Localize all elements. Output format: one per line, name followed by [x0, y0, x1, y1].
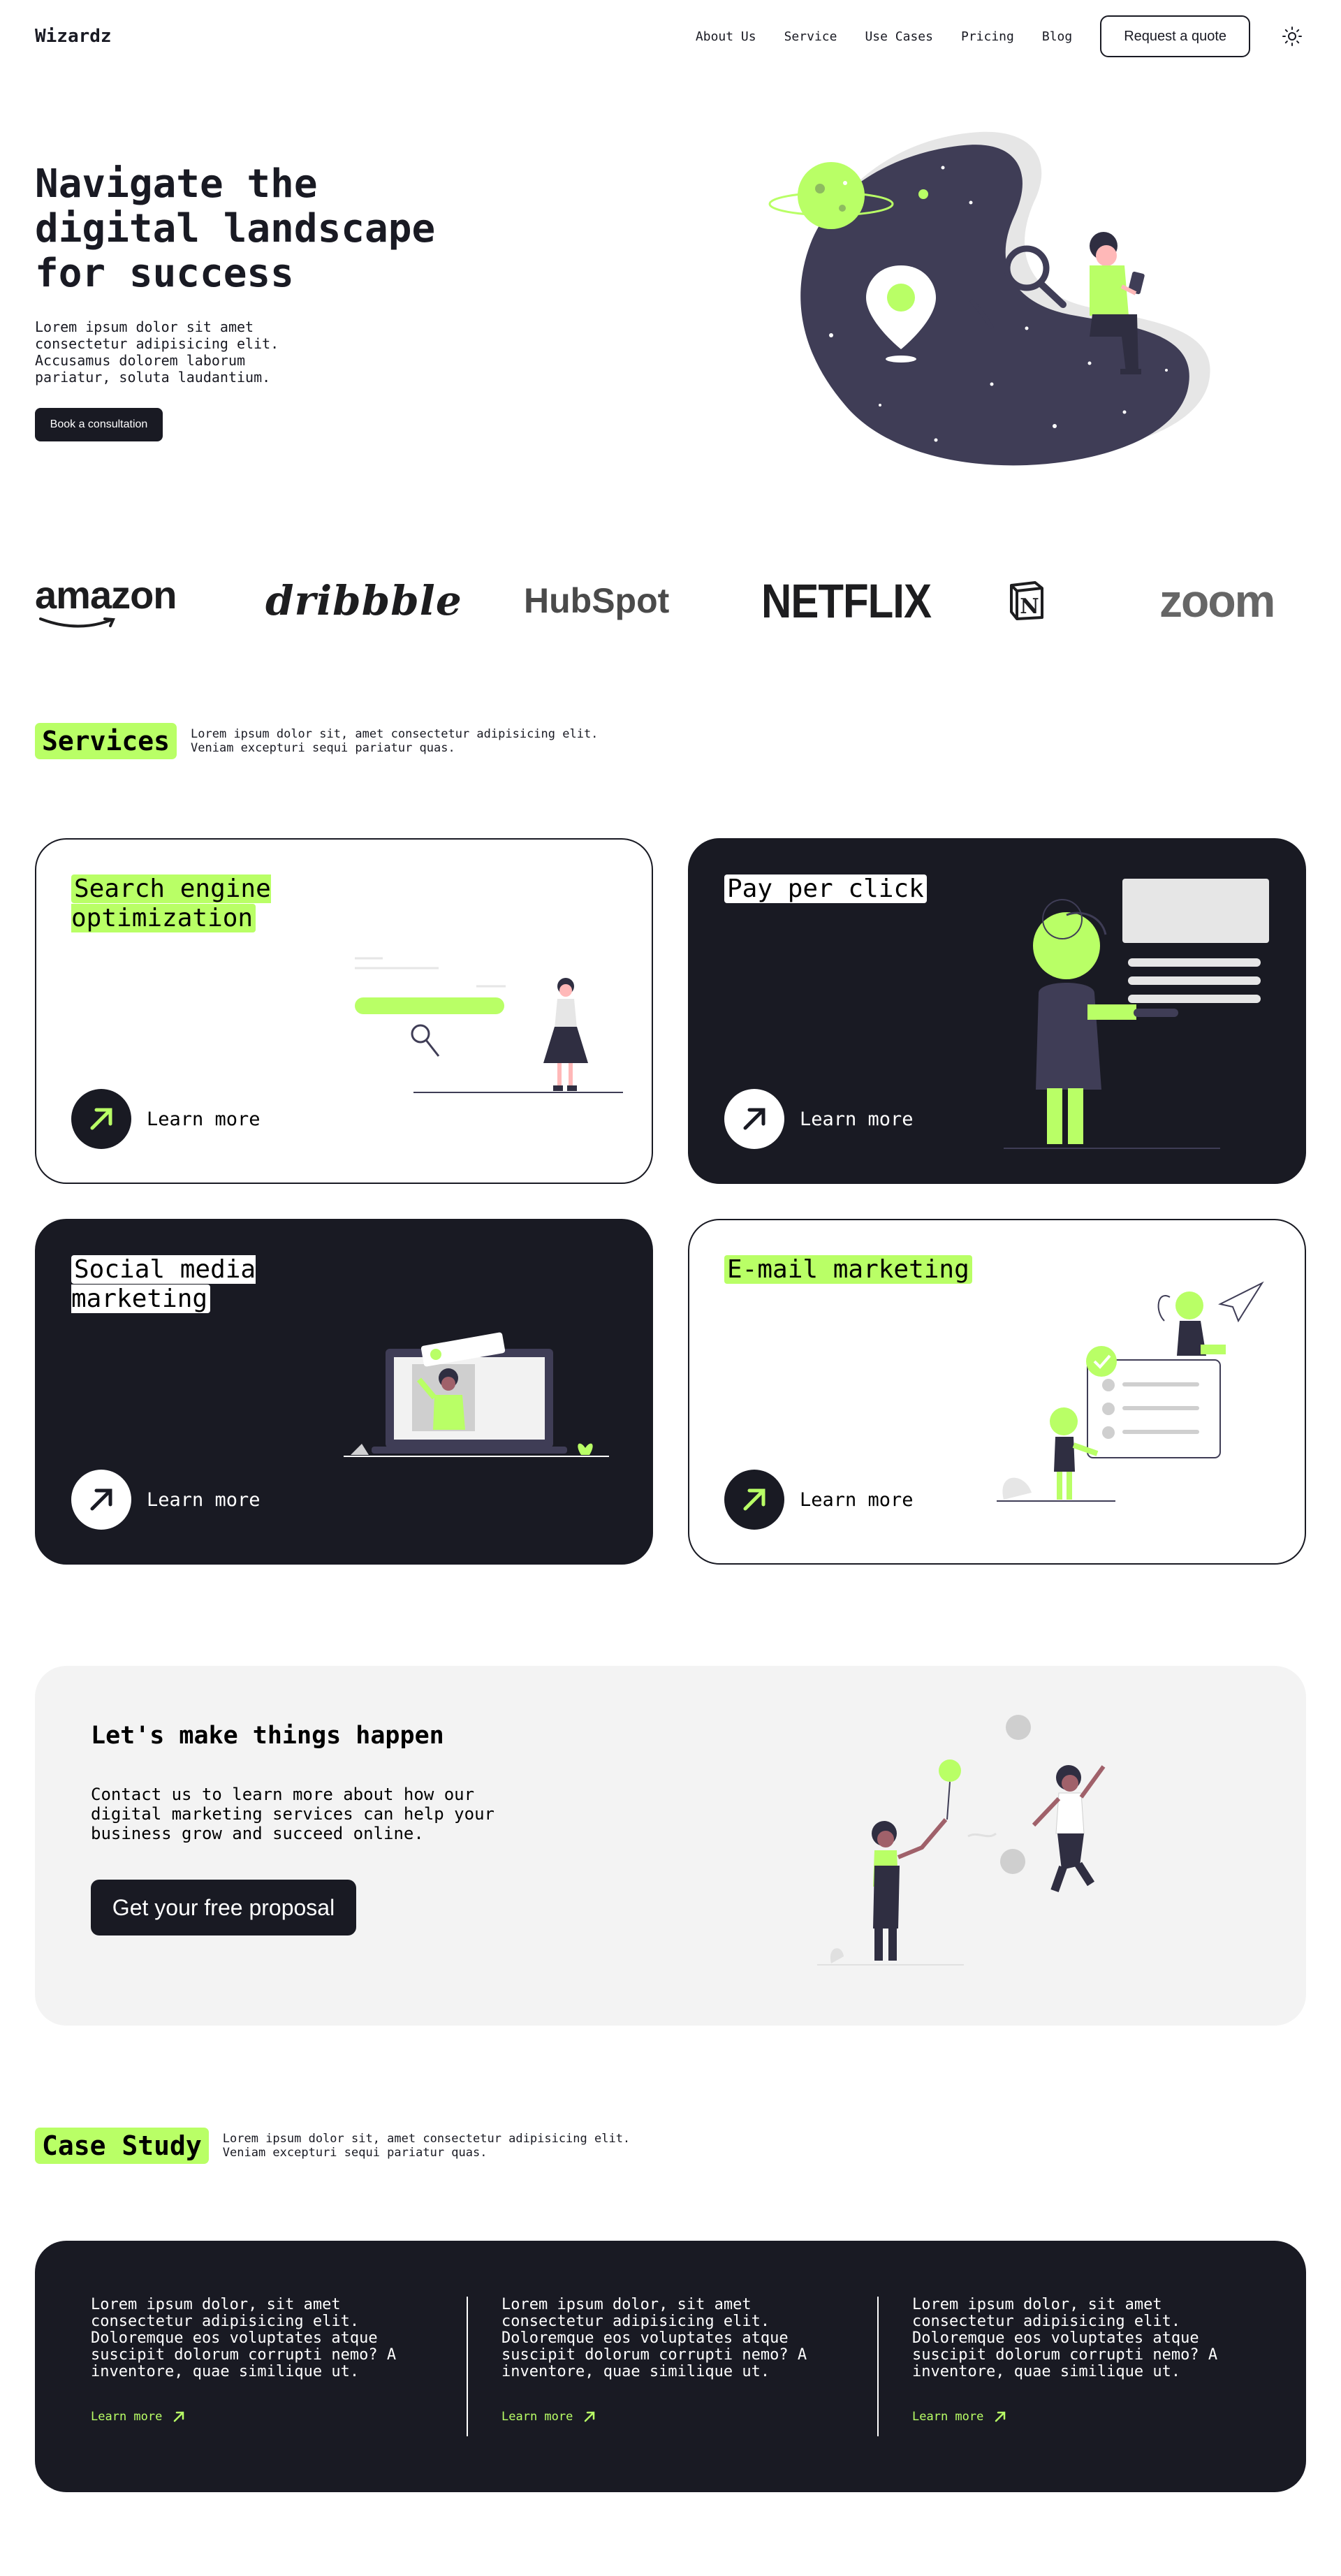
service-card-title: Social media marketing: [71, 1255, 256, 1313]
case-study-text: Lorem ipsum dolor, sit amet consectetur …: [501, 2296, 807, 2380]
learn-more-text: Learn more: [147, 1108, 261, 1130]
service-card-title: Pay per click: [724, 874, 1018, 904]
service-card-email: E-mail marketing Learn more: [688, 1219, 1306, 1565]
service-card-seo: Search engine optimization Learn more: [35, 838, 653, 1184]
arrow-button[interactable]: [724, 1089, 784, 1149]
service-card-ppc: Pay per click Learn more: [688, 838, 1306, 1184]
theme-toggle-button[interactable]: [1278, 22, 1306, 50]
case-study-learn-more-link[interactable]: Learn more: [501, 2410, 596, 2424]
learn-more-link[interactable]: Learn more: [724, 1089, 914, 1149]
nav-service[interactable]: Service: [784, 29, 837, 44]
site-header: Wizardz About Us Service Use Cases Prici…: [35, 14, 1306, 59]
request-quote-button[interactable]: Request a quote: [1100, 15, 1250, 57]
case-study-subtitle: Lorem ipsum dolor sit, amet consectetur …: [222, 2132, 631, 2160]
case-study-title: Case Study: [35, 2128, 209, 2164]
case-study-learn-more-text: Learn more: [91, 2410, 163, 2424]
nav-about-us[interactable]: About Us: [696, 29, 756, 44]
arrow-up-right-icon: [743, 1488, 765, 1511]
nav-use-cases[interactable]: Use Cases: [865, 29, 933, 44]
case-divider: [877, 2297, 879, 2436]
arrow-up-right-icon: [90, 1108, 112, 1130]
arrow-up-right-icon: [585, 2411, 595, 2422]
learn-more-link[interactable]: Learn more: [724, 1470, 914, 1530]
social-illustration: [344, 1332, 609, 1457]
services-subtitle: Lorem ipsum dolor sit, amet consectetur …: [191, 727, 599, 755]
brand-logos: amazon dribbble HubSpot NETFLIX N zoom: [35, 566, 1306, 636]
brand-dribbble: dribbble: [265, 577, 462, 624]
service-card-social: Social media marketing Learn more: [35, 1219, 653, 1565]
hero-illustration: [768, 131, 1210, 466]
notion-logo-icon: N: [1010, 581, 1043, 620]
arrow-up-right-icon: [995, 2411, 1006, 2422]
cta-illustration: [817, 1715, 1106, 1966]
case-study-learn-more-text: Learn more: [501, 2410, 573, 2424]
case-study-text: Lorem ipsum dolor, sit amet consectetur …: [912, 2296, 1218, 2380]
cta-text: Contact us to learn more about how our d…: [91, 1785, 494, 1843]
arrow-button[interactable]: [71, 1089, 131, 1149]
hero-title: Navigate the digital landscape for succe…: [35, 161, 436, 296]
case-study-text: Lorem ipsum dolor, sit amet consectetur …: [91, 2296, 397, 2380]
svg-text:N: N: [1020, 594, 1039, 619]
site-logo[interactable]: Wizardz: [35, 26, 112, 47]
cta-section: Let's make things happen Contact us to l…: [35, 1666, 1306, 2026]
case-study-panel: Lorem ipsum dolor, sit amet consectetur …: [35, 2241, 1306, 2492]
case-study-heading: Case Study Lorem ipsum dolor sit, amet c…: [35, 2128, 642, 2164]
hero-text: Lorem ipsum dolor sit amet consectetur a…: [35, 319, 279, 386]
case-study-item: Lorem ipsum dolor, sit amet consectetur …: [501, 2297, 844, 2380]
seo-illustration: [355, 957, 623, 1093]
case-study-learn-more-link[interactable]: Learn more: [91, 2410, 186, 2424]
brand-hubspot: HubSpot: [524, 581, 670, 620]
case-divider: [467, 2297, 468, 2436]
nav-blog[interactable]: Blog: [1042, 29, 1072, 44]
learn-more-text: Learn more: [800, 1488, 914, 1511]
services-title: Services: [35, 723, 177, 759]
learn-more-link[interactable]: Learn more: [71, 1470, 261, 1530]
case-study-item: Lorem ipsum dolor, sit amet consectetur …: [912, 2297, 1254, 2380]
learn-more-text: Learn more: [800, 1108, 914, 1130]
arrow-up-right-icon: [90, 1488, 112, 1511]
main-nav: About Us Service Use Cases Pricing Blog: [696, 29, 1072, 44]
case-study-learn-more-text: Learn more: [912, 2410, 984, 2424]
learn-more-text: Learn more: [147, 1488, 261, 1511]
free-proposal-button[interactable]: Get your free proposal: [91, 1880, 356, 1935]
brand-amazon: amazon: [35, 566, 177, 636]
arrow-up-right-icon: [743, 1108, 765, 1130]
nav-pricing[interactable]: Pricing: [961, 29, 1014, 44]
case-study-learn-more-link[interactable]: Learn more: [912, 2410, 1007, 2424]
arrow-up-right-icon: [174, 2411, 184, 2422]
brand-zoom: zoom: [1159, 575, 1275, 627]
ppc-illustration: [1004, 879, 1269, 1149]
arrow-button[interactable]: [71, 1470, 131, 1530]
services-heading: Services Lorem ipsum dolor sit, amet con…: [35, 723, 610, 759]
service-card-title: E-mail marketing: [724, 1255, 1018, 1285]
cta-title: Let's make things happen: [91, 1722, 444, 1750]
brand-netflix: NETFLIX: [761, 573, 932, 628]
brand-notion: N: [1006, 566, 1048, 636]
case-study-item: Lorem ipsum dolor, sit amet consectetur …: [91, 2297, 433, 2380]
amazon-smile-icon: [39, 617, 115, 628]
service-card-title: Search engine optimization: [71, 874, 271, 932]
book-consultation-button[interactable]: Book a consultation: [35, 408, 163, 441]
learn-more-link[interactable]: Learn more: [71, 1089, 261, 1149]
email-illustration: [997, 1281, 1264, 1502]
sun-icon: [1282, 27, 1302, 46]
arrow-button[interactable]: [724, 1470, 784, 1530]
